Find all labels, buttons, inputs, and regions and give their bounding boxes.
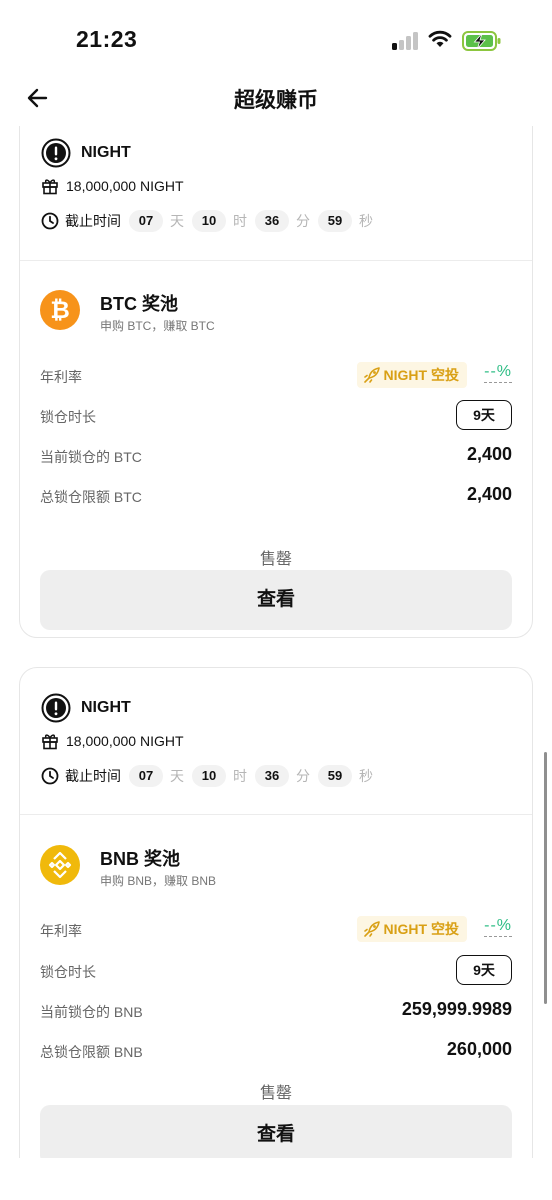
- pool-title: BTC 奖池: [100, 294, 178, 314]
- countdown-minutes-unit: 分: [296, 213, 310, 229]
- countdown-seconds: 59: [318, 765, 352, 787]
- sold-out-status: 售罄: [259, 551, 292, 568]
- lock-duration-row: 锁仓时长 9天: [40, 955, 512, 986]
- apy-row: 年利率 NIGHT 空投 --%: [40, 915, 512, 945]
- countdown-seconds-unit: 秒: [359, 768, 373, 784]
- view-button[interactable]: 查看: [40, 570, 512, 630]
- battery-charging-icon: [462, 31, 501, 51]
- reward-amount: 18,000,000 NIGHT: [66, 733, 184, 749]
- lock-duration-label: 锁仓时长: [40, 409, 96, 425]
- bnb-coin-icon: [40, 845, 80, 885]
- airdrop-token: NIGHT: [41, 692, 131, 724]
- total-limit-row: 总锁仓限额 BNB 260,000: [40, 1036, 512, 1066]
- total-limit-label: 总锁仓限额 BTC: [40, 489, 142, 505]
- lock-duration-label: 锁仓时长: [40, 964, 96, 980]
- countdown-seconds-unit: 秒: [359, 213, 373, 229]
- lock-duration-option[interactable]: 9天: [456, 955, 512, 985]
- airdrop-token-name: NIGHT: [81, 699, 131, 716]
- pool-header: BNB 奖池 申购 BNB，赚取 BNB: [40, 845, 510, 889]
- countdown-days-unit: 天: [170, 768, 184, 784]
- airdrop-reward: 18,000,000 NIGHT: [41, 732, 184, 750]
- pool-card-btc: NIGHT 18,000,000 NIGHT 截止时间 07 天 10 时 36…: [19, 126, 533, 638]
- current-locked-value: 259,999.9989: [401, 999, 512, 1019]
- countdown-days: 07: [129, 210, 163, 232]
- total-limit-value: 2,400: [466, 484, 512, 504]
- apy-label: 年利率: [40, 369, 82, 385]
- airdrop-reward: 18,000,000 NIGHT: [41, 177, 184, 195]
- deadline-label: 截止时间: [65, 213, 121, 229]
- status-bar: 21:23: [0, 0, 552, 70]
- pool-card-bnb: NIGHT 18,000,000 NIGHT 截止时间 07 天 10 时 36…: [19, 667, 533, 1158]
- pool-subtitle: 申购 BTC，赚取 BTC: [100, 319, 215, 333]
- pool-header: ₿ BTC 奖池 申购 BTC，赚取 BTC: [40, 290, 510, 334]
- airdrop-tag-label: NIGHT 空投: [383, 921, 459, 937]
- countdown-hours: 10: [192, 210, 226, 232]
- pool-title: BNB 奖池: [100, 849, 180, 869]
- divider: [20, 260, 532, 261]
- countdown-minutes: 36: [255, 765, 289, 787]
- apy-value[interactable]: --%: [484, 917, 512, 937]
- current-locked-value: 2,400: [466, 444, 512, 464]
- lock-duration-option[interactable]: 9天: [456, 400, 512, 430]
- total-limit-label: 总锁仓限额 BNB: [40, 1044, 143, 1060]
- apy-row: 年利率 NIGHT 空投 --%: [40, 361, 512, 391]
- countdown-minutes-unit: 分: [296, 768, 310, 784]
- apy-value[interactable]: --%: [484, 363, 512, 383]
- rocket-icon: [363, 921, 380, 937]
- countdown-hours: 10: [192, 765, 226, 787]
- status-time: 21:23: [76, 26, 138, 52]
- clock-icon: [41, 212, 59, 230]
- airdrop-tag: NIGHT 空投: [356, 362, 467, 388]
- current-locked-row: 当前锁仓的 BTC 2,400: [40, 441, 512, 471]
- reward-amount: 18,000,000 NIGHT: [66, 178, 184, 194]
- btc-coin-icon: ₿: [40, 290, 80, 330]
- btc-symbol: ₿: [50, 296, 70, 324]
- airdrop-token-name: NIGHT: [81, 144, 131, 161]
- pool-subtitle: 申购 BNB，赚取 BNB: [100, 874, 217, 888]
- airdrop-token: NIGHT: [41, 137, 131, 169]
- divider: [20, 814, 532, 815]
- apy-label: 年利率: [40, 923, 82, 939]
- total-limit-row: 总锁仓限额 BTC 2,400: [40, 481, 512, 511]
- total-limit-value: 260,000: [446, 1039, 512, 1059]
- countdown-seconds: 59: [318, 210, 352, 232]
- app-header: 超级赚币: [0, 72, 552, 126]
- current-locked-label: 当前锁仓的 BNB: [40, 1004, 143, 1020]
- countdown-hours-unit: 时: [233, 768, 247, 784]
- deadline-countdown: 截止时间 07 天 10 时 36 分 59 秒: [41, 765, 381, 787]
- wifi-icon: [428, 30, 452, 47]
- current-locked-row: 当前锁仓的 BNB 259,999.9989: [40, 996, 512, 1026]
- clock-icon: [41, 767, 59, 785]
- pool-list[interactable]: NIGHT 18,000,000 NIGHT 截止时间 07 天 10 时 36…: [0, 126, 552, 1158]
- countdown-days: 07: [129, 765, 163, 787]
- lock-duration-row: 锁仓时长 9天: [40, 400, 512, 431]
- gift-icon: [42, 734, 58, 750]
- deadline-countdown: 截止时间 07 天 10 时 36 分 59 秒: [41, 210, 381, 232]
- current-locked-label: 当前锁仓的 BTC: [40, 449, 142, 465]
- countdown-minutes: 36: [255, 210, 289, 232]
- gift-icon: [42, 179, 58, 195]
- night-token-icon: [41, 138, 71, 168]
- rocket-icon: [363, 367, 380, 383]
- sold-out-status: 售罄: [259, 1085, 292, 1102]
- deadline-label: 截止时间: [65, 768, 121, 784]
- page-title: 超级赚币: [234, 89, 318, 112]
- view-button[interactable]: 查看: [40, 1105, 512, 1158]
- countdown-days-unit: 天: [170, 213, 184, 229]
- scrollbar[interactable]: [544, 752, 547, 1004]
- cellular-signal-icon: [392, 32, 420, 50]
- countdown-hours-unit: 时: [233, 213, 247, 229]
- night-token-icon: [41, 693, 71, 723]
- airdrop-tag-label: NIGHT 空投: [383, 367, 459, 383]
- airdrop-tag: NIGHT 空投: [356, 916, 467, 942]
